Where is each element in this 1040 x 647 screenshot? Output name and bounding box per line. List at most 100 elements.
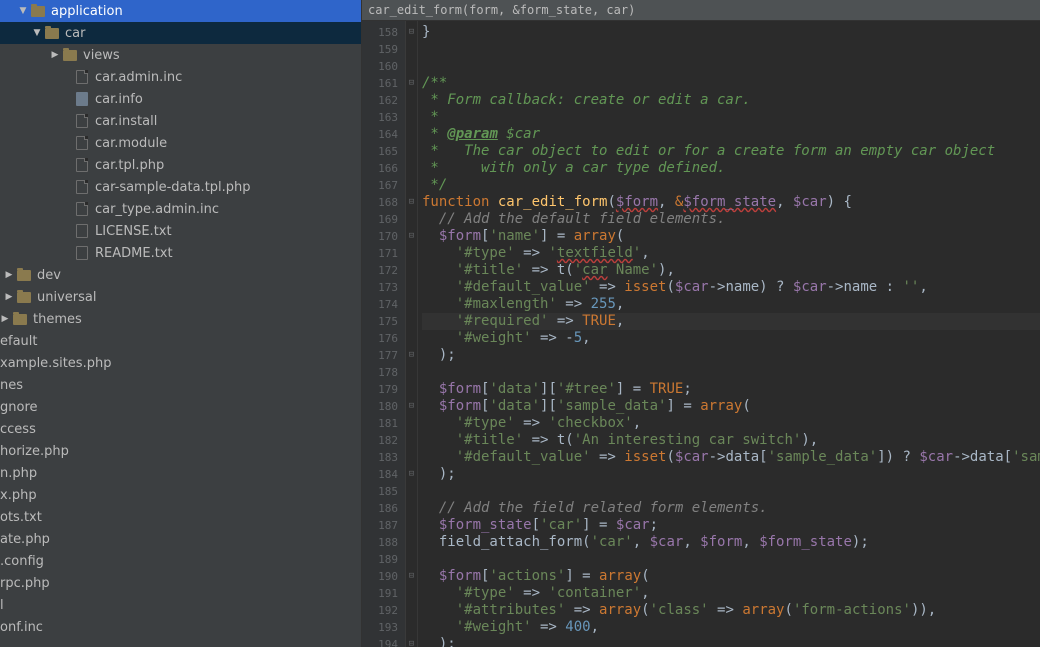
fold-marker[interactable] (406, 551, 417, 568)
code-line[interactable]: '#title' => t('car Name'), (422, 262, 1040, 279)
line-number[interactable]: 186 (362, 500, 398, 517)
fold-marker[interactable] (406, 602, 417, 619)
tree-item[interactable]: ▶views (0, 44, 361, 66)
expand-arrow-icon[interactable]: ▼ (18, 6, 28, 16)
line-number[interactable]: 192 (362, 602, 398, 619)
line-number[interactable]: 165 (362, 143, 398, 160)
code-line[interactable]: } (422, 24, 1040, 41)
tree-item[interactable]: ate.php (0, 528, 361, 550)
tree-item[interactable]: car-sample-data.tpl.php (0, 176, 361, 198)
code-line[interactable]: '#maxlength' => 255, (422, 296, 1040, 313)
line-number[interactable]: 158 (362, 24, 398, 41)
tree-item[interactable]: onf.inc (0, 616, 361, 638)
fold-marker[interactable] (406, 432, 417, 449)
tree-item[interactable]: car.admin.inc (0, 66, 361, 88)
fold-marker[interactable] (406, 449, 417, 466)
breadcrumb[interactable]: car_edit_form(form, &form_state, car) (362, 0, 1040, 21)
fold-marker[interactable] (406, 211, 417, 228)
fold-marker[interactable]: ⊟ (406, 636, 417, 647)
tree-item[interactable]: rpc.php (0, 572, 361, 594)
line-number[interactable]: 187 (362, 517, 398, 534)
line-number[interactable]: 176 (362, 330, 398, 347)
tree-item[interactable]: car.install (0, 110, 361, 132)
line-number[interactable]: 163 (362, 109, 398, 126)
code-line[interactable]: '#title' => t('An interesting car switch… (422, 432, 1040, 449)
line-number[interactable]: 160 (362, 58, 398, 75)
expand-arrow-icon[interactable]: ▶ (50, 50, 60, 60)
tree-item[interactable]: ▼car (0, 22, 361, 44)
fold-marker[interactable] (406, 500, 417, 517)
line-number[interactable]: 172 (362, 262, 398, 279)
fold-marker[interactable] (406, 585, 417, 602)
fold-marker[interactable] (406, 534, 417, 551)
tree-item[interactable]: gnore (0, 396, 361, 418)
line-number[interactable]: 194 (362, 636, 398, 647)
fold-marker[interactable] (406, 177, 417, 194)
fold-marker[interactable] (406, 619, 417, 636)
project-sidebar[interactable]: ▼application▼car▶viewscar.admin.inccar.i… (0, 0, 362, 647)
fold-marker[interactable] (406, 296, 417, 313)
line-number[interactable]: 173 (362, 279, 398, 296)
tree-item[interactable]: n.php (0, 462, 361, 484)
tree-item[interactable]: ▶themes (0, 308, 361, 330)
code-line[interactable]: '#weight' => 400, (422, 619, 1040, 636)
fold-marker[interactable]: ⊟ (406, 398, 417, 415)
line-number[interactable]: 174 (362, 296, 398, 313)
line-number[interactable]: 193 (362, 619, 398, 636)
fold-marker[interactable]: ⊟ (406, 24, 417, 41)
line-number[interactable]: 184 (362, 466, 398, 483)
tree-item[interactable]: x.php (0, 484, 361, 506)
fold-marker[interactable] (406, 58, 417, 75)
line-number[interactable]: 189 (362, 551, 398, 568)
fold-marker[interactable] (406, 415, 417, 432)
fold-marker[interactable] (406, 313, 417, 330)
fold-marker[interactable] (406, 517, 417, 534)
line-number[interactable]: 180 (362, 398, 398, 415)
fold-marker[interactable] (406, 381, 417, 398)
code-line[interactable] (422, 483, 1040, 500)
tree-item[interactable]: car.info (0, 88, 361, 110)
fold-marker[interactable] (406, 109, 417, 126)
line-number[interactable]: 181 (362, 415, 398, 432)
line-number[interactable]: 183 (362, 449, 398, 466)
line-number[interactable]: 175 (362, 313, 398, 330)
code-line[interactable]: /** (422, 75, 1040, 92)
code-line[interactable] (422, 551, 1040, 568)
line-number[interactable]: 190 (362, 568, 398, 585)
code-line[interactable]: $form['actions'] = array( (422, 568, 1040, 585)
line-number[interactable]: 179 (362, 381, 398, 398)
expand-arrow-icon[interactable]: ▶ (0, 314, 10, 324)
line-number[interactable]: 191 (362, 585, 398, 602)
line-number[interactable]: 188 (362, 534, 398, 551)
code-line[interactable]: * Form callback: create or edit a car. (422, 92, 1040, 109)
expand-arrow-icon[interactable]: ▼ (32, 28, 42, 38)
fold-marker[interactable]: ⊟ (406, 75, 417, 92)
code-line[interactable]: // Add the default field elements. (422, 211, 1040, 228)
line-gutter[interactable]: 1581591601611621631641651661671681691701… (362, 21, 406, 647)
fold-marker[interactable] (406, 245, 417, 262)
line-number[interactable]: 185 (362, 483, 398, 500)
code-line[interactable]: $form['name'] = array( (422, 228, 1040, 245)
fold-marker[interactable] (406, 92, 417, 109)
tree-item[interactable]: LICENSE.txt (0, 220, 361, 242)
line-number[interactable]: 177 (362, 347, 398, 364)
tree-item[interactable]: ccess (0, 418, 361, 440)
line-number[interactable]: 162 (362, 92, 398, 109)
tree-item[interactable]: car_type.admin.inc (0, 198, 361, 220)
tree-item[interactable]: .config (0, 550, 361, 572)
code-line[interactable]: '#type' => 'container', (422, 585, 1040, 602)
code-line[interactable]: '#default_value' => isset($car->data['sa… (422, 449, 1040, 466)
code-editor[interactable]: 1581591601611621631641651661671681691701… (362, 21, 1040, 647)
code-line[interactable]: // Add the field related form elements. (422, 500, 1040, 517)
code-line[interactable]: '#default_value' => isset($car->name) ? … (422, 279, 1040, 296)
fold-column[interactable]: ⊟⊟⊟⊟⊟⊟⊟⊟⊟ (406, 21, 418, 647)
tree-item[interactable]: nes (0, 374, 361, 396)
code-line[interactable]: ); (422, 636, 1040, 647)
tree-item[interactable]: l (0, 594, 361, 616)
line-number[interactable]: 159 (362, 41, 398, 58)
fold-marker[interactable] (406, 143, 417, 160)
line-number[interactable]: 178 (362, 364, 398, 381)
code-line[interactable]: '#weight' => -5, (422, 330, 1040, 347)
fold-marker[interactable]: ⊟ (406, 568, 417, 585)
code-line[interactable]: '#required' => TRUE, (422, 313, 1040, 330)
